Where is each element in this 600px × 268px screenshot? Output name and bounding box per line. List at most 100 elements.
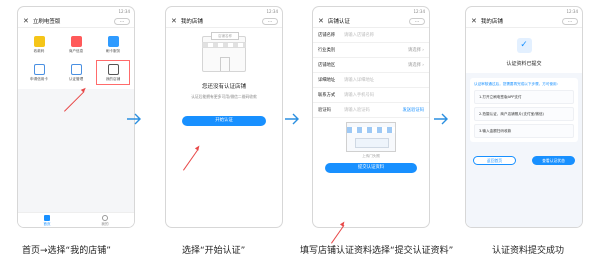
form-row-region[interactable]: 店铺地区 请选择 › (313, 58, 429, 73)
close-icon[interactable]: ✕ (471, 17, 477, 25)
tab-bar: 首页 我的 (18, 212, 134, 227)
start-certification-button[interactable]: 开始认证 (182, 116, 266, 126)
more-menu-button[interactable]: ··· (114, 18, 130, 25)
phone-input[interactable]: 请输入手机号码 (344, 92, 424, 98)
page-title: 店铺认证 (327, 19, 350, 25)
page-title: 我的店铺 (480, 19, 503, 25)
tab-label: 首页 (43, 221, 51, 226)
success-banner: ✓ 认证资料已提交 (466, 28, 582, 73)
select-hint: 请选择 › (408, 48, 424, 53)
panel-heading: 认证审核通过后，您需要再完成以下步骤，方可使用： (474, 82, 561, 86)
next-steps-panel: 认证审核通过后，您需要再完成以下步骤，方可使用： 1.打开立刷电签版APP支付 … (470, 78, 578, 142)
status-time: 12:34 (118, 8, 130, 14)
select-hint: 请选择 › (408, 63, 424, 68)
action-buttons: 返回首页 查看认证状态 (466, 156, 582, 165)
status-bar: 12:34 (313, 7, 429, 15)
shop-name-input[interactable]: 请输入店铺名称 (344, 32, 424, 38)
more-menu-button[interactable]: ··· (262, 18, 278, 25)
close-icon[interactable]: ✕ (23, 17, 29, 25)
cert-form: 店铺名称 请输入店铺名称 行业类别 请选择 › 店铺地区 请选择 › 详细地址 … (313, 28, 429, 173)
status-time: 12:34 (266, 8, 278, 14)
form-row-phone[interactable]: 联系方式 请输入手机号码 (313, 88, 429, 103)
submit-certification-button[interactable]: 提交认证资料 (325, 163, 417, 173)
shop-sign: 店铺名称 (211, 32, 239, 40)
shop-icon (107, 63, 119, 75)
storefront-photo-upload[interactable] (346, 122, 396, 152)
tile-my-shop[interactable]: 我的店铺 (96, 60, 130, 85)
field-label: 详细地址 (318, 78, 336, 83)
empty-desc: 认证后能拥有更多可用/微信二维码收款 (191, 94, 257, 99)
cert-icon (70, 63, 82, 75)
storefront-window (355, 138, 389, 148)
more-menu-button[interactable]: ··· (562, 18, 578, 25)
step-caption: 选择“开始认证” (182, 246, 246, 256)
tile-card-service[interactable]: 刷卡服务 (96, 32, 130, 57)
service-grid: 收款码 商户信息 刷卡服务 申请信用卡 认证管理 我的店铺 (18, 28, 134, 89)
card-icon (107, 35, 119, 47)
shop-awning (202, 42, 246, 48)
close-icon[interactable]: ✕ (171, 17, 177, 25)
step-item: 2.拍摄认证、商户店铺照片(支付宝/微信) (474, 107, 574, 121)
tile-label: 认证管理 (68, 76, 84, 81)
tile-label: 我的店铺 (105, 76, 121, 81)
navbar: ✕ 我的店铺 ··· (466, 15, 582, 28)
address-input[interactable]: 请输入详细地址 (344, 77, 424, 83)
merchant-icon (70, 35, 82, 47)
arrow-right-icon (285, 113, 299, 125)
phone-screen-shop-certification: 12:34 ✕ 店铺认证 ··· 店铺名称 请输入店铺名称 行业类别 请选择 ›… (312, 6, 430, 228)
status-time: 12:34 (413, 8, 425, 14)
success-title: 认证资料已提交 (506, 61, 542, 67)
phone-screen-home: 12:34 ✕ 立刷电签版 ··· 收款码 商户信息 刷卡服务 申请信用卡 认证… (17, 6, 135, 228)
tile-cert-manage[interactable]: 认证管理 (59, 60, 93, 85)
tile-qr-payment[interactable]: 收款码 (22, 32, 56, 57)
storefront-awning (347, 127, 395, 133)
creditcard-icon (33, 63, 45, 75)
tab-mine[interactable]: 我的 (76, 213, 134, 227)
back-home-button[interactable]: 返回首页 (473, 156, 516, 165)
empty-title: 您还没有认证店铺 (201, 84, 246, 90)
form-row-industry[interactable]: 行业类别 请选择 › (313, 43, 429, 58)
form-row-shop-name[interactable]: 店铺名称 请输入店铺名称 (313, 28, 429, 43)
step-caption: 首页→选择“我的店铺” (22, 246, 111, 256)
upload-label: 上传门头照 (362, 154, 380, 158)
status-bar: 12:34 (466, 7, 582, 15)
shop-door (220, 57, 230, 71)
phone-screen-submitted: 12:34 ✕ 我的店铺 ··· ✓ 认证资料已提交 认证审核通过后，您需要再完… (465, 6, 583, 228)
home-icon (44, 214, 50, 221)
more-menu-button[interactable]: ··· (409, 18, 425, 25)
tile-merchant-info[interactable]: 商户信息 (59, 32, 93, 57)
tile-label: 收款码 (33, 48, 45, 53)
page-title: 立刷电签版 (32, 19, 61, 25)
phone-screen-my-shop: 12:34 ✕ 我的店铺 ··· 店铺名称 您还没有认证店铺 认证后能拥有更多可… (165, 6, 283, 228)
check-icon: ✓ (516, 38, 532, 53)
field-label: 行业类别 (318, 48, 336, 53)
form-row-code[interactable]: 验证码 请输入验证码 发送验证码 (313, 103, 429, 118)
tab-home[interactable]: 首页 (18, 213, 76, 227)
field-label: 联系方式 (318, 93, 336, 98)
view-status-button[interactable]: 查看认证状态 (532, 156, 575, 165)
arrow-right-icon (434, 113, 448, 125)
navbar: ✕ 店铺认证 ··· (313, 15, 429, 28)
navbar: ✕ 我的店铺 ··· (166, 15, 282, 28)
form-row-address[interactable]: 详细地址 请输入详细地址 (313, 73, 429, 88)
home-body: 收款码 商户信息 刷卡服务 申请信用卡 认证管理 我的店铺 首页 我的 (18, 28, 134, 227)
code-input[interactable]: 请输入验证码 (344, 107, 403, 113)
close-icon[interactable]: ✕ (318, 17, 324, 25)
tile-label: 申请信用卡 (30, 76, 48, 81)
step-caption: 认证资料提交成功 (492, 246, 565, 256)
send-code-button[interactable]: 发送验证码 (403, 107, 424, 113)
field-label: 验证码 (318, 108, 331, 113)
tile-label: 商户信息 (68, 48, 84, 53)
user-icon (102, 214, 108, 221)
status-time: 12:34 (566, 8, 578, 14)
shop-illustration: 店铺名称 (202, 32, 246, 72)
tile-credit-card[interactable]: 申请信用卡 (22, 60, 56, 85)
tab-label: 我的 (101, 221, 109, 226)
step-caption: 填写店铺认证资料选择“提交认证资料” (300, 246, 454, 256)
tile-label: 刷卡服务 (105, 48, 121, 53)
tutorial-canvas: 12:34 ✕ 立刷电签版 ··· 收款码 商户信息 刷卡服务 申请信用卡 认证… (0, 0, 600, 268)
step-item: 3.输入金额扫码收款 (474, 124, 574, 138)
submitted-body: ✓ 认证资料已提交 认证审核通过后，您需要再完成以下步骤，方可使用： 1.打开立… (466, 28, 582, 227)
status-bar: 12:34 (166, 7, 282, 15)
empty-state: 店铺名称 您还没有认证店铺 认证后能拥有更多可用/微信二维码收款 开始认证 (166, 28, 282, 126)
